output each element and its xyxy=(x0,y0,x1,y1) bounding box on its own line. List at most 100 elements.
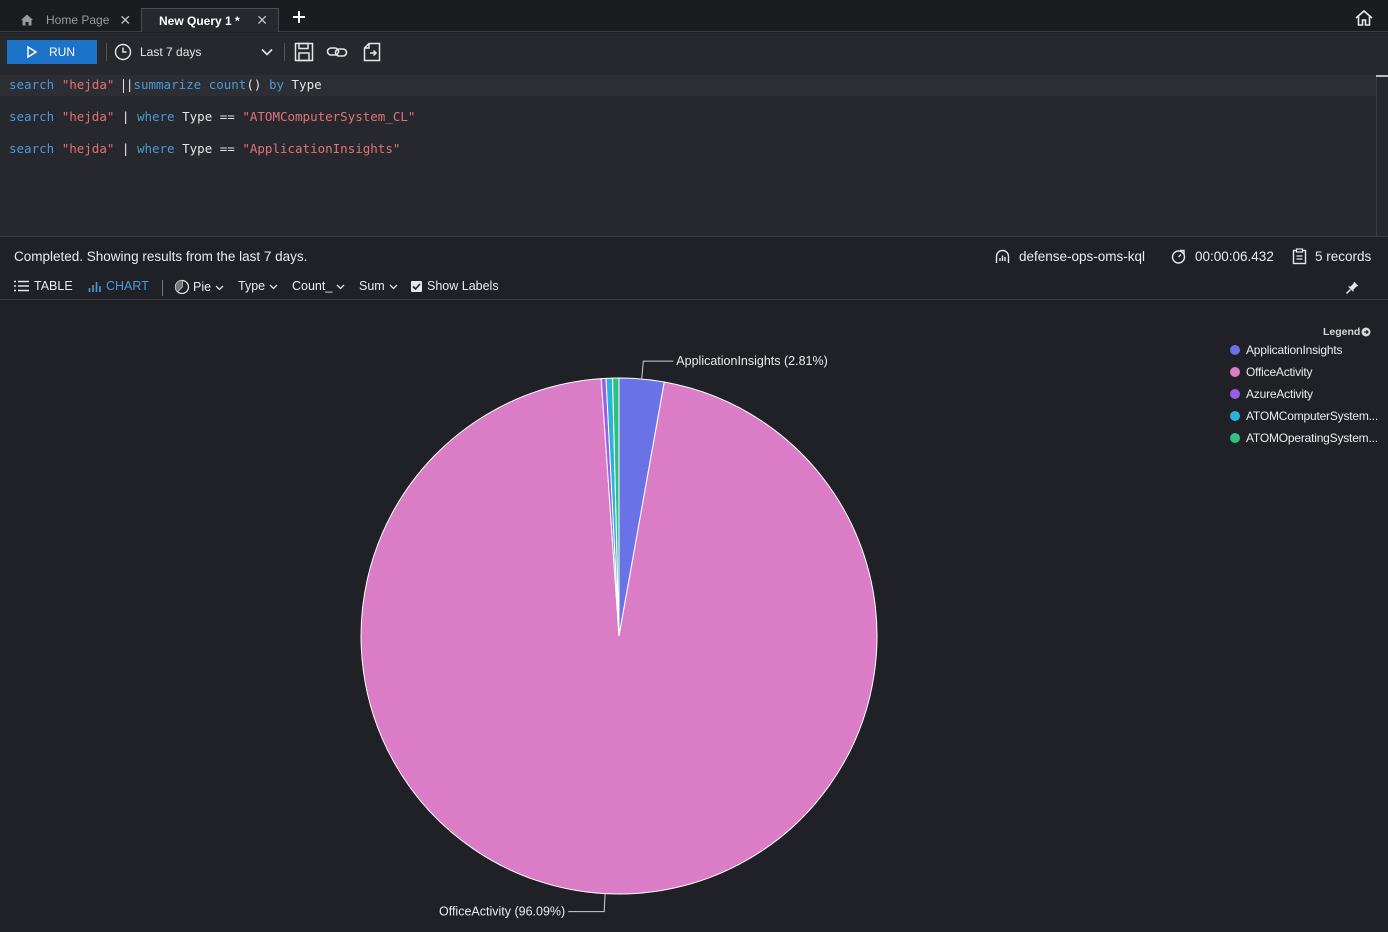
code-line[interactable]: search "hejda" | where Type == "ATOMComp… xyxy=(9,107,415,127)
pin-icon[interactable] xyxy=(1345,280,1360,295)
workspace-info: defense-ops-oms-kql xyxy=(994,248,1145,265)
add-tab-icon[interactable] xyxy=(290,9,308,27)
pie-chart: ApplicationInsights (2.81%) OfficeActivit… xyxy=(360,354,878,919)
legend-swatch xyxy=(1230,367,1240,377)
link-icon[interactable] xyxy=(326,42,348,62)
legend-item[interactable]: OfficeActivity xyxy=(1230,365,1313,379)
slice-label-leader xyxy=(568,893,606,913)
editor-scrollbar[interactable] xyxy=(1376,75,1377,237)
code-token: search xyxy=(9,109,55,124)
code-token: Type xyxy=(291,77,322,92)
query-duration: 00:00:06.432 xyxy=(1195,249,1274,264)
slice-label: ApplicationInsights (2.81%) xyxy=(676,354,827,368)
slice-label-leader xyxy=(641,360,674,380)
tab-label: Home Page xyxy=(46,13,110,27)
view-divider xyxy=(162,280,163,296)
aggregation-dropdown[interactable]: Sum xyxy=(359,279,398,293)
chevron-down-icon xyxy=(336,284,345,289)
save-icon[interactable] xyxy=(293,42,315,62)
list-icon xyxy=(14,280,29,292)
legend-title[interactable]: Legend xyxy=(1323,326,1371,338)
code-token: summarize xyxy=(133,77,202,92)
text-cursor xyxy=(122,78,124,93)
table-view-label: TABLE xyxy=(34,279,73,293)
legend-label: ATOMOperatingSystem... xyxy=(1246,431,1378,445)
code-token: () xyxy=(246,77,262,92)
query-editor[interactable]: search "hejda" | summarize count() by Typ… xyxy=(0,69,1388,237)
legend-swatch xyxy=(1230,433,1240,443)
code-token: by xyxy=(268,77,284,92)
code-line[interactable]: search "hejda" |summarize count() by Typ… xyxy=(9,75,322,95)
legend-item[interactable]: ATOMComputerSystem... xyxy=(1230,409,1378,423)
x-axis-value: Type xyxy=(238,279,266,293)
workspace-name: defense-ops-oms-kql xyxy=(1019,249,1146,264)
timer-icon xyxy=(1171,249,1186,264)
toolbar-divider xyxy=(106,43,107,61)
code-token: "hejda" xyxy=(61,141,115,156)
legend-swatch xyxy=(1230,389,1240,399)
legend-label: OfficeActivity xyxy=(1246,365,1313,379)
close-icon[interactable]: ✕ xyxy=(119,12,131,29)
time-range-dropdown[interactable]: Last 7 days xyxy=(114,41,276,63)
play-icon xyxy=(27,46,37,58)
records-info: 5 records xyxy=(1292,248,1371,265)
code-line[interactable]: search "hejda" | where Type == "Applicat… xyxy=(9,139,400,159)
code-token: count xyxy=(208,77,247,92)
chart-type-dropdown[interactable]: Pie xyxy=(174,279,224,295)
legend-item[interactable]: AzureActivity xyxy=(1230,387,1313,401)
query-toolbar: RUN Last 7 days xyxy=(0,33,1388,69)
chevron-down-icon xyxy=(215,285,224,290)
legend-item[interactable]: ATOMOperatingSystem... xyxy=(1230,431,1378,445)
code-token: == xyxy=(212,109,243,124)
code-token: Type xyxy=(182,141,213,156)
tab-new-query[interactable]: New Query 1 * ✕ xyxy=(141,8,279,32)
legend-label: ATOMComputerSystem... xyxy=(1246,409,1379,423)
time-range-value: Last 7 days xyxy=(140,45,202,59)
code-token: where xyxy=(136,109,175,124)
home-icon xyxy=(21,14,33,26)
legend-label: ApplicationInsights xyxy=(1246,343,1343,357)
clock-icon xyxy=(114,43,132,61)
tab-home-page[interactable]: Home Page ✕ xyxy=(20,8,131,32)
tab-label: New Query 1 * xyxy=(159,13,240,28)
x-axis-dropdown[interactable]: Type xyxy=(238,279,278,293)
legend-item[interactable]: ApplicationInsights xyxy=(1230,343,1342,357)
record-count: 5 records xyxy=(1315,249,1372,264)
legend-swatch xyxy=(1230,411,1240,421)
workspace-icon xyxy=(995,249,1010,263)
code-token: "hejda" xyxy=(61,109,115,124)
y-axis-dropdown[interactable]: Count_ xyxy=(292,279,345,293)
code-token: Type xyxy=(182,109,213,124)
home-outline-icon[interactable] xyxy=(1354,9,1374,27)
table-view-tab[interactable]: TABLE xyxy=(13,279,73,293)
code-token: == xyxy=(212,141,243,156)
code-token: search xyxy=(9,141,55,156)
arrow-right-circle-icon xyxy=(1361,327,1371,337)
chart-view-tab[interactable]: CHART xyxy=(88,279,149,293)
chevron-down-icon xyxy=(269,284,278,289)
show-labels-toggle[interactable]: Show Labels xyxy=(411,279,499,293)
check-icon xyxy=(412,282,421,290)
show-labels-label: Show Labels xyxy=(427,279,499,293)
code-token: "ATOMComputerSystem_CL" xyxy=(242,109,416,124)
results-status-bar: Completed. Showing results from the last… xyxy=(0,238,1388,276)
run-button[interactable]: RUN xyxy=(7,40,97,64)
y-axis-value: Count_ xyxy=(292,279,333,293)
aggregation-value: Sum xyxy=(359,279,385,293)
export-icon[interactable] xyxy=(361,42,383,62)
pie-chart-icon xyxy=(174,279,190,295)
show-labels-checkbox[interactable] xyxy=(411,280,422,292)
code-token: where xyxy=(136,141,175,156)
scroll-thumb[interactable] xyxy=(1376,75,1388,77)
clipboard-icon xyxy=(1292,248,1307,265)
close-icon[interactable]: ✕ xyxy=(256,12,268,29)
